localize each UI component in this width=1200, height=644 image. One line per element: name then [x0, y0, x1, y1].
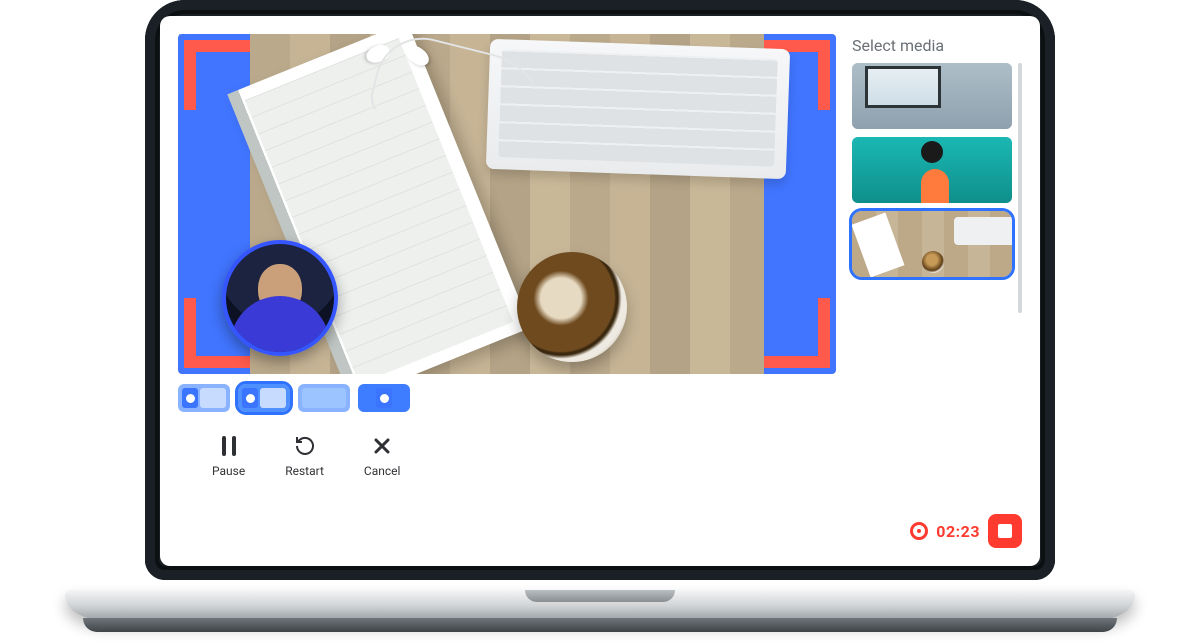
- recorder-app: ×: [160, 16, 1040, 566]
- crop-bracket-br[interactable]: [760, 298, 830, 368]
- restart-button[interactable]: Restart: [285, 434, 324, 478]
- restart-icon: [293, 434, 317, 458]
- restart-label: Restart: [285, 464, 324, 478]
- cancel-icon: [370, 434, 394, 458]
- media-sidebar: Select media: [852, 34, 1022, 548]
- layout-option-split[interactable]: [298, 384, 350, 412]
- layout-switcher: [178, 384, 836, 412]
- pause-icon: [217, 434, 241, 458]
- playback-controls: Pause Restart Cancel: [178, 434, 836, 478]
- pause-label: Pause: [212, 464, 245, 478]
- layout-option-pip-left[interactable]: [178, 384, 230, 412]
- laptop-mockup: ×: [95, 0, 1105, 640]
- app-screen: ×: [160, 16, 1040, 566]
- layout-option-pip-left-wide[interactable]: [238, 384, 290, 412]
- pause-button[interactable]: Pause: [212, 434, 245, 478]
- recording-indicator-icon: [910, 522, 928, 540]
- media-thumb-kayak[interactable]: [852, 137, 1012, 203]
- media-thumb-room[interactable]: [852, 63, 1012, 129]
- sidebar-title: Select media: [852, 36, 1022, 55]
- recording-timer: 02:23: [936, 522, 980, 541]
- recording-status: 02:23: [852, 514, 1022, 548]
- main-column: Pause Restart Cancel: [178, 34, 836, 548]
- media-thumb-desk[interactable]: [852, 211, 1012, 277]
- cancel-button[interactable]: Cancel: [364, 434, 401, 478]
- laptop-base: [65, 590, 1135, 640]
- stop-button[interactable]: [988, 514, 1022, 548]
- preview-canvas[interactable]: [178, 34, 836, 374]
- webcam-bubble[interactable]: [222, 240, 338, 356]
- layout-option-solo[interactable]: [358, 384, 410, 412]
- cancel-label: Cancel: [364, 464, 401, 478]
- scrollbar[interactable]: [1018, 63, 1022, 313]
- media-thumbnail-list: [852, 63, 1022, 514]
